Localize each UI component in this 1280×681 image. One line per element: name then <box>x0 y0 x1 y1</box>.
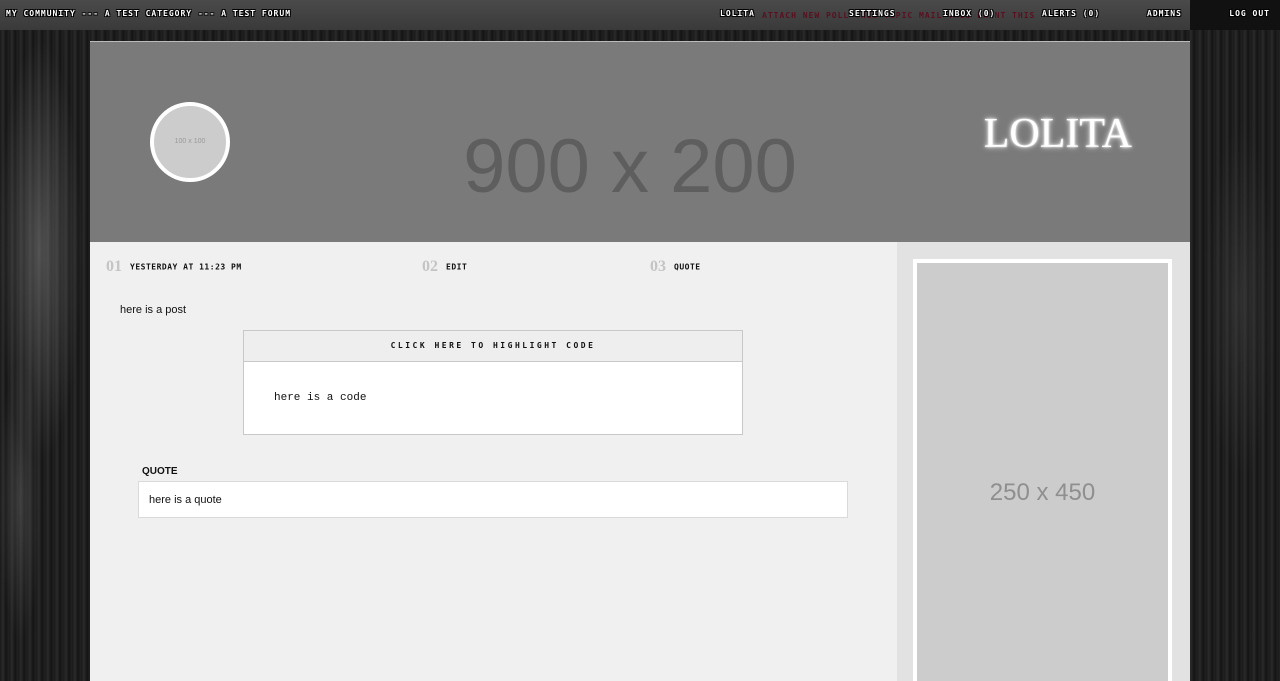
post-body-text: here is a post <box>120 304 187 316</box>
meta-number: 01 <box>106 258 122 275</box>
edit-link[interactable]: Edit <box>446 263 467 272</box>
post-edit[interactable]: 02 Edit <box>422 258 467 276</box>
meta-number: 03 <box>650 258 666 275</box>
top-bar: My Community --- A Test Category --- A T… <box>0 0 1280 30</box>
post-content-area <box>90 242 897 681</box>
meta-number: 02 <box>422 258 438 275</box>
breadcrumb[interactable]: My Community --- A Test Category --- A T… <box>6 9 291 18</box>
nav-admins[interactable]: Admins <box>1147 9 1182 18</box>
sidebar: 250 x 450 <box>897 242 1190 681</box>
username-title[interactable]: LOLITA <box>984 110 1132 158</box>
post-date: 01 Yesterday at 11:23 PM <box>106 258 242 276</box>
post-date-label[interactable]: Yesterday at 11:23 PM <box>130 263 242 272</box>
post-quote[interactable]: 03 Quote <box>650 258 701 276</box>
code-block: Click here to highlight code here is a c… <box>243 330 743 435</box>
quote-label: Quote <box>142 466 178 477</box>
nav-user[interactable]: Lolita <box>720 9 755 18</box>
avatar[interactable]: 100 x 100 <box>150 102 230 182</box>
nav-inbox[interactable]: Inbox (0) <box>943 9 995 18</box>
nav-settings[interactable]: Settings <box>849 9 896 18</box>
logout-button[interactable]: Log Out <box>1190 0 1280 30</box>
nav-alerts[interactable]: Alerts (0) <box>1042 9 1100 18</box>
quote-block: here is a quote <box>138 481 848 518</box>
highlight-code-button[interactable]: Click here to highlight code <box>244 331 742 362</box>
sidebar-image-placeholder: 250 x 450 <box>913 259 1172 681</box>
profile-header: 900 x 200 100 x 100 LOLITA <box>90 42 1190 242</box>
code-text: here is a code <box>274 392 367 404</box>
logout-label: Log Out <box>1229 9 1270 18</box>
quote-link[interactable]: Quote <box>674 263 701 272</box>
